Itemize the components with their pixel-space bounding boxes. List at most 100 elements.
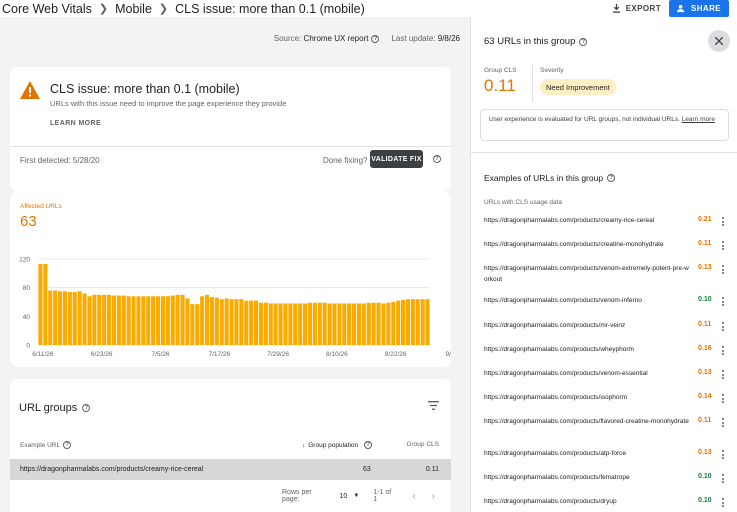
chart-bar[interactable] bbox=[307, 302, 312, 345]
chart-bar[interactable] bbox=[205, 294, 210, 345]
more-vert-icon[interactable] bbox=[722, 474, 725, 485]
chart-bar[interactable] bbox=[111, 295, 116, 345]
learn-more-link[interactable]: Learn more bbox=[682, 116, 715, 123]
chart-bar[interactable] bbox=[180, 294, 185, 345]
column-header-example-url[interactable]: Example URL ? bbox=[20, 441, 72, 449]
more-vert-icon[interactable] bbox=[722, 297, 725, 308]
chart-bar[interactable] bbox=[366, 302, 371, 345]
next-page-icon[interactable]: › bbox=[432, 491, 435, 502]
list-item[interactable]: https://dragonpharmalabs.com/products/cr… bbox=[471, 237, 737, 261]
column-header-group-population[interactable]: ↓ Group population ? bbox=[302, 441, 373, 449]
previous-page-icon[interactable]: ‹ bbox=[412, 491, 415, 502]
list-item[interactable]: https://dragonpharmalabs.com/products/dr… bbox=[471, 494, 737, 512]
chart-bar[interactable] bbox=[420, 299, 425, 345]
chart-bar[interactable] bbox=[170, 295, 175, 345]
help-icon[interactable]: ? bbox=[433, 155, 441, 163]
chart-bar[interactable] bbox=[58, 291, 63, 345]
chart-bar[interactable] bbox=[82, 293, 87, 345]
chart-bar[interactable] bbox=[190, 304, 195, 345]
chart-bar[interactable] bbox=[209, 296, 214, 345]
more-vert-icon[interactable] bbox=[722, 322, 725, 333]
chart-bar[interactable] bbox=[254, 300, 259, 345]
more-vert-icon[interactable] bbox=[722, 346, 725, 357]
chart-bar[interactable] bbox=[121, 295, 126, 345]
chart-bar[interactable] bbox=[136, 296, 141, 345]
chart-bar[interactable] bbox=[77, 291, 82, 345]
list-item[interactable]: https://dragonpharmalabs.com/products/ve… bbox=[471, 293, 737, 318]
chart-bar[interactable] bbox=[116, 295, 121, 345]
chart-bar[interactable] bbox=[92, 294, 97, 345]
chart-bar[interactable] bbox=[337, 303, 342, 345]
chart-bar[interactable] bbox=[126, 296, 131, 345]
chart-bar[interactable] bbox=[293, 303, 298, 345]
share-button[interactable]: SHARE bbox=[668, 0, 729, 17]
breadcrumb-core-web-vitals[interactable]: Core Web Vitals bbox=[2, 2, 92, 16]
chart-bar[interactable] bbox=[185, 298, 190, 345]
chart-bar[interactable] bbox=[415, 299, 420, 345]
chart-bar[interactable] bbox=[244, 300, 249, 345]
chart-bar[interactable] bbox=[312, 302, 317, 345]
chart-bar[interactable] bbox=[283, 303, 288, 345]
help-icon[interactable]: ? bbox=[371, 34, 380, 43]
table-row[interactable]: https://dragonpharmalabs.com/products/cr… bbox=[10, 459, 451, 480]
breadcrumb-mobile[interactable]: Mobile bbox=[115, 2, 152, 16]
chart-bar[interactable] bbox=[67, 291, 72, 345]
more-vert-icon[interactable] bbox=[722, 418, 725, 429]
list-item[interactable]: https://dragonpharmalabs.com/products/at… bbox=[471, 446, 737, 470]
more-vert-icon[interactable] bbox=[722, 217, 725, 228]
chart-bar[interactable] bbox=[352, 303, 357, 345]
chart-bar[interactable] bbox=[298, 303, 303, 345]
chart-bar[interactable] bbox=[425, 299, 430, 345]
list-item[interactable]: https://dragonpharmalabs.com/products/ve… bbox=[471, 261, 737, 293]
chart-bar[interactable] bbox=[234, 299, 239, 345]
chart-bar[interactable] bbox=[43, 264, 48, 345]
chart-bar[interactable] bbox=[342, 303, 347, 345]
list-item[interactable]: https://dragonpharmalabs.com/products/fl… bbox=[471, 414, 737, 446]
chart-bar[interactable] bbox=[87, 296, 92, 345]
validate-fix-button[interactable]: VALIDATE FIX bbox=[370, 150, 423, 168]
chart-bar[interactable] bbox=[72, 291, 77, 345]
close-button[interactable] bbox=[708, 30, 730, 52]
chart-bar[interactable] bbox=[317, 302, 322, 345]
chart-bar[interactable] bbox=[97, 294, 102, 345]
list-item[interactable]: https://dragonpharmalabs.com/products/fe… bbox=[471, 470, 737, 494]
chart-bar[interactable] bbox=[165, 296, 170, 345]
chart-bar[interactable] bbox=[219, 299, 224, 345]
chart-bar[interactable] bbox=[53, 290, 58, 345]
chart-bar[interactable] bbox=[141, 296, 146, 345]
chart-bar[interactable] bbox=[288, 303, 293, 345]
chart-bar[interactable] bbox=[62, 291, 67, 345]
more-vert-icon[interactable] bbox=[722, 450, 725, 461]
help-icon[interactable]: ? bbox=[82, 404, 91, 412]
chart-bar[interactable] bbox=[347, 303, 352, 345]
help-icon[interactable]: ? bbox=[364, 441, 373, 449]
chart-bar[interactable] bbox=[131, 296, 136, 345]
chart-bar[interactable] bbox=[268, 303, 273, 345]
more-vert-icon[interactable] bbox=[722, 265, 725, 276]
chart-bar[interactable] bbox=[258, 302, 263, 345]
help-icon[interactable]: ? bbox=[579, 37, 588, 46]
list-item[interactable]: https://dragonpharmalabs.com/products/ve… bbox=[471, 366, 737, 390]
chart-bar[interactable] bbox=[386, 302, 391, 345]
chart-bar[interactable] bbox=[48, 290, 53, 345]
more-vert-icon[interactable] bbox=[722, 241, 725, 252]
chart-bar[interactable] bbox=[273, 303, 278, 345]
chart-bar[interactable] bbox=[175, 294, 180, 345]
chart-bar[interactable] bbox=[263, 302, 268, 345]
column-header-group-cls[interactable]: Group CLS bbox=[406, 441, 439, 448]
chart-bar[interactable] bbox=[151, 296, 156, 345]
chart-bar[interactable] bbox=[371, 302, 376, 345]
chart-bar[interactable] bbox=[410, 299, 415, 345]
chart-bar[interactable] bbox=[200, 296, 205, 345]
chart-bar[interactable] bbox=[278, 303, 283, 345]
more-vert-icon[interactable] bbox=[722, 394, 725, 405]
chart-bar[interactable] bbox=[146, 296, 151, 345]
more-vert-icon[interactable] bbox=[722, 370, 725, 381]
chart-bar[interactable] bbox=[396, 300, 401, 345]
chart-bar[interactable] bbox=[391, 302, 396, 345]
chart-bar[interactable] bbox=[401, 299, 406, 345]
chart-bar[interactable] bbox=[322, 302, 327, 345]
rows-per-page-select[interactable]: 10 ▼ bbox=[340, 493, 360, 500]
chart-bar[interactable] bbox=[332, 303, 337, 345]
chart-bar[interactable] bbox=[38, 264, 43, 345]
